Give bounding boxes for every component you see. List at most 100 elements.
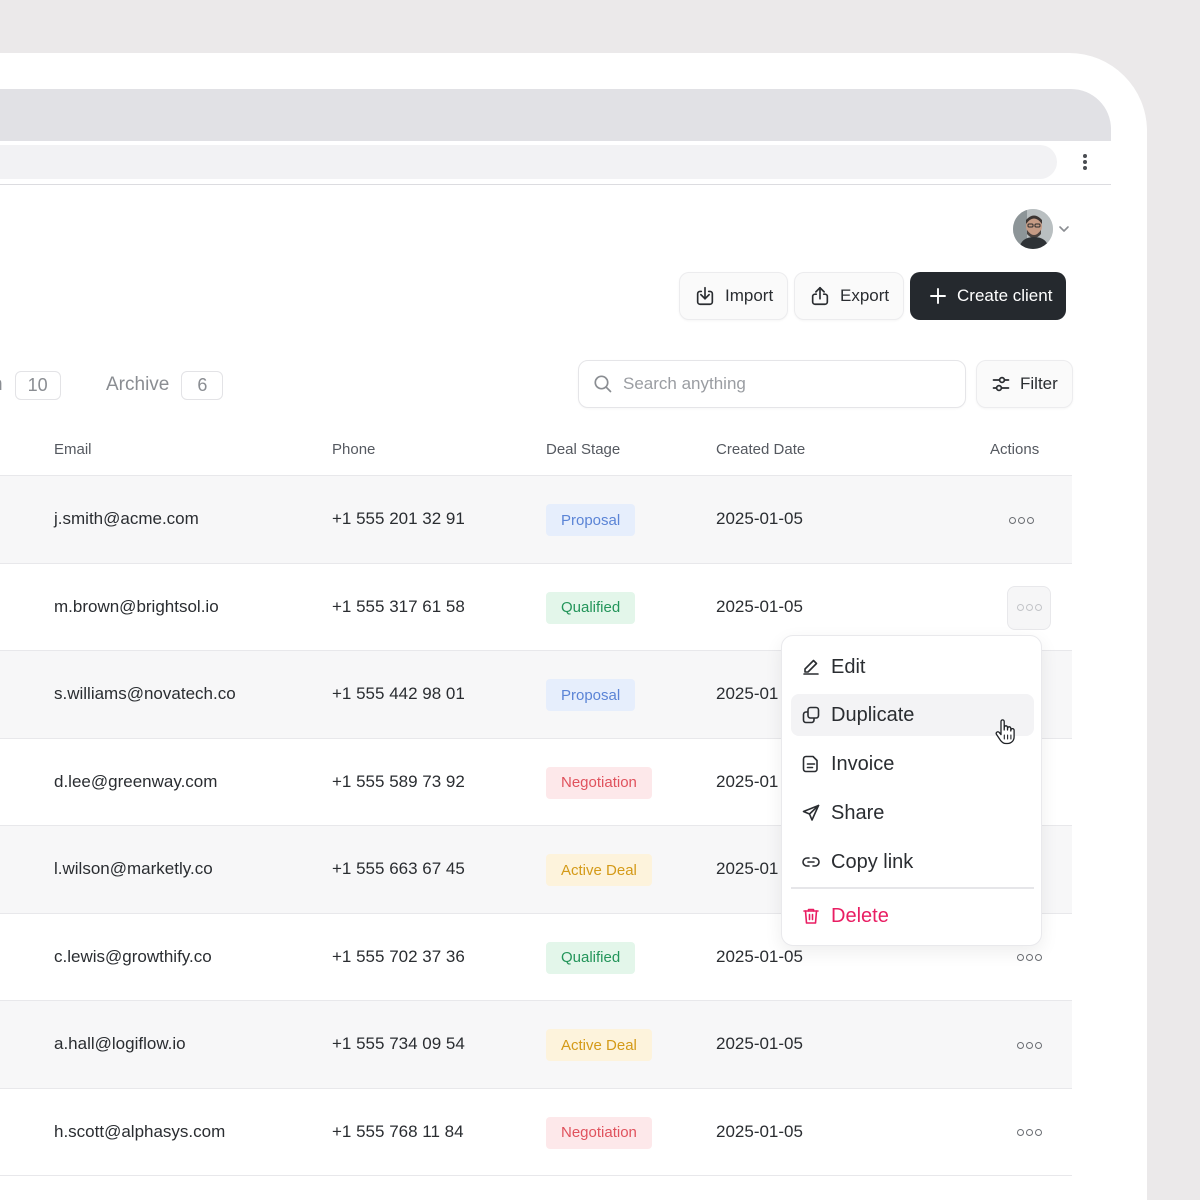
more-dot-icon — [1008, 516, 1016, 524]
browser-menu-icon[interactable] — [1080, 151, 1090, 173]
browser-tab-bar — [0, 89, 1111, 141]
menu-item-label: Invoice — [831, 752, 895, 775]
menu-item-invoice[interactable]: Invoice — [791, 743, 1034, 785]
cell-phone: +1 555 663 67 45 — [332, 859, 465, 878]
send-icon — [802, 804, 820, 821]
tab-label: Archive — [106, 374, 170, 395]
cell-email: h.scott@alphasys.com — [54, 1121, 226, 1141]
import-button[interactable]: Import — [679, 272, 789, 320]
row-actions-menu: Edit Duplicate Invoice Share Copy link D… — [781, 635, 1042, 946]
chevron-down-icon — [1059, 226, 1069, 232]
cell-email: s.williams@novatech.co — [54, 684, 236, 703]
browser-toolbar — [0, 141, 1111, 185]
filter-label: Filter — [1020, 374, 1058, 393]
menu-item-label: Duplicate — [831, 703, 915, 726]
cell-email: a.hall@logiflow.io — [54, 1034, 186, 1053]
menu-item-label: Copy link — [831, 850, 914, 873]
column-header-email[interactable]: Email — [54, 441, 92, 458]
more-dot-icon — [1026, 516, 1034, 524]
export-button[interactable]: Export — [794, 272, 905, 320]
more-dot-icon — [1016, 1041, 1024, 1049]
tab-clients[interactable]: n 10 — [0, 370, 61, 400]
menu-item-duplicate[interactable]: Duplicate — [791, 694, 1034, 736]
deal-stage-badge: Active Deal — [546, 1029, 652, 1061]
cell-email: c.lewis@growthify.co — [54, 946, 212, 966]
user-menu[interactable] — [1013, 209, 1071, 249]
menu-item-delete[interactable]: Delete — [791, 895, 1034, 937]
cell-created-date: 2025-01 — [716, 684, 779, 703]
column-header-phone[interactable]: Phone — [332, 441, 375, 458]
cell-created-date: 2025-01-05 — [716, 596, 803, 616]
menu-item-label: Share — [831, 801, 885, 824]
cell-phone: +1 555 702 37 36 — [332, 946, 465, 966]
deal-stage-badge: Negotiation — [546, 766, 652, 799]
more-dot-icon — [1025, 1041, 1033, 1049]
pencil-icon — [803, 659, 819, 675]
cell-phone: +1 555 201 32 91 — [332, 509, 465, 528]
table-row[interactable]: h.scott@alphasys.com +1 555 768 11 84 Nego… — [0, 1089, 1072, 1176]
avatar[interactable] — [1013, 209, 1053, 249]
cell-email: j.smith@acme.com — [54, 509, 199, 528]
link-icon — [802, 857, 820, 867]
more-dot-icon — [1034, 954, 1042, 961]
cell-email: m.brown@brightsol.io — [54, 596, 219, 616]
deal-stage-badge: Proposal — [546, 679, 636, 711]
tab-archive[interactable]: Archive 6 — [106, 370, 224, 400]
invoice-icon — [802, 755, 818, 773]
menu-item-share[interactable]: Share — [791, 792, 1034, 834]
table-row[interactable]: j.smith@acme.com +1 555 201 32 91 Proposal… — [0, 476, 1072, 564]
cell-phone: +1 555 589 73 92 — [332, 771, 465, 791]
cell-phone: +1 555 317 61 58 — [332, 596, 465, 616]
cell-created-date: 2025-01-05 — [716, 1034, 803, 1053]
more-dot-icon — [1034, 604, 1042, 611]
menu-item-label: Delete — [831, 904, 889, 927]
more-actions-button[interactable] — [1007, 1023, 1051, 1067]
import-label: Import — [725, 286, 774, 305]
search-box[interactable] — [578, 360, 966, 408]
table-row[interactable]: a.hall@logiflow.io +1 555 734 09 54 Active… — [0, 1001, 1072, 1089]
more-dot-icon — [1034, 1129, 1042, 1136]
filter-button[interactable]: Filter — [976, 360, 1073, 408]
column-header-actions: Actions — [990, 441, 1040, 458]
search-icon — [594, 375, 612, 393]
column-header-created-date[interactable]: Created Date — [716, 441, 805, 458]
export-label: Export — [840, 286, 890, 305]
create-client-label: Create client — [957, 286, 1053, 305]
import-icon — [696, 286, 714, 306]
cell-phone: +1 555 734 09 54 — [332, 1034, 465, 1053]
column-header-deal-stage[interactable]: Deal Stage — [546, 441, 620, 458]
more-dot-icon — [1025, 954, 1033, 961]
address-bar[interactable] — [0, 145, 1057, 179]
menu-item-copy-link[interactable]: Copy link — [791, 841, 1034, 883]
tab-label: n — [0, 374, 3, 396]
plus-icon — [930, 288, 946, 304]
menu-item-edit[interactable]: Edit — [791, 646, 1034, 688]
more-actions-button[interactable] — [1007, 1111, 1051, 1155]
more-dot-icon — [1025, 604, 1033, 611]
cell-created-date: 2025-01-05 — [716, 509, 803, 528]
tab-count-badge: 6 — [181, 370, 224, 400]
more-actions-button[interactable] — [1007, 585, 1051, 630]
cell-created-date: 2025-01-05 — [716, 1121, 803, 1141]
menu-item-label: Edit — [831, 655, 866, 678]
cell-phone: +1 555 768 11 84 — [332, 1121, 464, 1141]
cell-email: d.lee@greenway.com — [54, 771, 218, 791]
cell-created-date: 2025-01 — [716, 859, 779, 878]
cell-created-date: 2025-01-05 — [716, 946, 803, 966]
tab-count-badge: 10 — [14, 370, 61, 400]
create-client-button[interactable]: Create client — [910, 272, 1067, 320]
deal-stage-badge: Proposal — [546, 504, 636, 536]
more-dot-icon — [1016, 954, 1024, 961]
deal-stage-badge: Qualified — [546, 941, 636, 974]
duplicate-icon — [802, 706, 820, 724]
table-header: Email Phone Deal Stage Created Date Acti… — [0, 425, 1072, 476]
search-input[interactable] — [623, 374, 943, 394]
cell-phone: +1 555 442 98 01 — [332, 684, 465, 703]
more-dot-icon — [1034, 1041, 1042, 1049]
cell-email: l.wilson@marketly.co — [54, 859, 213, 878]
more-actions-button[interactable] — [999, 498, 1043, 542]
more-dot-icon — [1016, 1129, 1024, 1136]
deal-stage-badge: Active Deal — [546, 854, 652, 886]
more-dot-icon — [1016, 604, 1024, 611]
sliders-icon — [992, 376, 1010, 392]
